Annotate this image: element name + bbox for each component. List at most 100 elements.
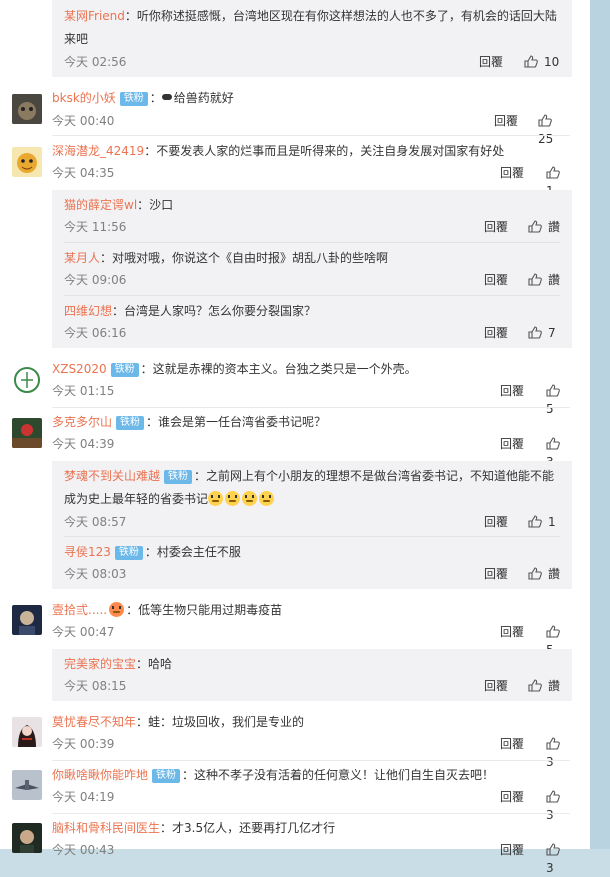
colon: ： [182, 768, 195, 782]
avatar[interactable] [12, 605, 42, 635]
comment-text: 某网Friend：听你称述挺感慨，台湾地区现在有你这样想法的人也不多了，有机会的… [64, 5, 557, 27]
thumbs-up-icon [524, 55, 538, 68]
avatar[interactable] [12, 770, 42, 800]
reply-button[interactable]: 回覆 [484, 677, 508, 695]
reply-button[interactable]: 回覆 [500, 382, 524, 400]
like-button[interactable]: 讚 [528, 677, 560, 695]
comment-meta: 今天 02:56 回覆 10 [64, 53, 560, 71]
like-count: 讚 [548, 679, 561, 693]
colon: ： [194, 469, 207, 483]
comment-body: 之前网上有个小朋友的理想不是做台湾省委书记，不知道他能不能 [206, 469, 555, 483]
comment-meta: 今天 04:19 回覆 3 [52, 788, 570, 822]
thumbs-up-icon [546, 166, 560, 179]
like-count: 1 [548, 515, 556, 529]
reply-button[interactable]: 回覆 [494, 112, 518, 130]
comment-text: 四维幻想：台湾是人家吗？怎么你要分裂国家？ [64, 300, 316, 322]
like-button[interactable]: 1 [528, 513, 556, 531]
reply-button[interactable]: 回覆 [500, 735, 524, 753]
username-link[interactable]: 多克多尔山 [52, 415, 112, 429]
avatar[interactable] [12, 94, 42, 124]
like-count: 3 [546, 861, 554, 875]
comment-text: bksk的小妖 铁粉： 给兽药就好 [52, 87, 570, 109]
fan-badge: 铁粉 [110, 363, 139, 377]
reply-group: 某网Friend：听你称述挺感慨，台湾地区现在有你这样想法的人也不多了，有机会的… [52, 0, 572, 77]
reply-button[interactable]: 回覆 [500, 435, 524, 453]
timestamp: 今天 04:39 [52, 437, 115, 451]
username-link[interactable]: 某网Friend [64, 9, 125, 23]
colon: ： [149, 91, 162, 105]
timestamp: 今天 04:35 [52, 166, 115, 180]
username-link[interactable]: 壹拾弎..... [52, 603, 107, 617]
timestamp: 今天 00:47 [52, 625, 115, 639]
avatar[interactable] [12, 365, 42, 395]
avatar-image [12, 94, 42, 124]
comment-meta: 今天 00:39 回覆 3 [52, 735, 570, 769]
timestamp: 今天 08:15 [64, 679, 127, 693]
comment-item: 深海潜龙_42419：不要发表人家的烂事而且是听得来的，关注自身发展对国家有好处… [0, 137, 590, 198]
username-link[interactable]: bksk的小妖 [52, 91, 116, 105]
comment-text: XZS2020 铁粉 ：这就是赤裸的资本主义。台独之类只是一个外壳。 [52, 358, 570, 380]
comment-text: 寻侯123 铁粉 ：村委会主任不服 [64, 541, 241, 563]
avatar-image [12, 770, 42, 800]
thumbs-up-icon [546, 625, 560, 638]
reply-group: 猫的薛定谔wl：沙口 今天 11:56 回覆 讚 某月人：对哦对哦，你说这个《自… [52, 190, 572, 348]
reply-button[interactable]: 回覆 [500, 623, 524, 641]
like-button[interactable]: 讚 [528, 565, 560, 583]
comment-meta: 今天 00:43 回覆 3 [52, 841, 570, 875]
reply-button[interactable]: 回覆 [479, 53, 503, 71]
comment-body-cont: 成为史上最年轻的省委书记 [64, 492, 209, 506]
like-button[interactable]: 讚 [528, 271, 560, 289]
colon: ： [136, 715, 149, 729]
comment-item: 莫忧春尽不知年：蛙：垃圾回收，我们是专业的 今天 00:39 回覆 3 [0, 707, 590, 769]
comment-meta: 今天 04:35 回覆 1 [52, 164, 570, 198]
reply-button[interactable]: 回覆 [484, 513, 508, 531]
reply-button[interactable]: 回覆 [500, 164, 524, 182]
comment-meta: 今天 04:39 回覆 3 [52, 435, 570, 469]
thumbs-up-icon [528, 515, 542, 528]
reply-button[interactable]: 回覆 [484, 218, 508, 236]
thumbs-up-icon [546, 437, 560, 450]
scroll-rail[interactable] [590, 0, 610, 849]
fan-badge: 铁粉 [114, 546, 143, 560]
divider [64, 242, 560, 243]
reply-button[interactable]: 回覆 [500, 788, 524, 806]
avatar[interactable] [12, 418, 42, 448]
username-link[interactable]: 深海潜龙_42419 [52, 144, 144, 158]
comment-item: 多克多尔山铁粉：谁会是第一任台湾省委书记呢？ 今天 04:39 回覆 3 [0, 408, 590, 469]
avatar[interactable] [12, 147, 42, 177]
comment-meta: 今天 00:47 回覆 5 [52, 623, 570, 657]
like-count: 讚 [548, 273, 561, 287]
like-button[interactable]: 3 [546, 841, 570, 877]
like-button[interactable]: 7 [528, 324, 556, 342]
like-button[interactable]: 10 [524, 53, 559, 71]
thumbs-up-icon [538, 114, 552, 127]
username-link[interactable]: XZS2020 [52, 362, 107, 376]
reply-button[interactable]: 回覆 [484, 271, 508, 289]
thumbs-up-icon [528, 220, 542, 233]
username-link[interactable]: 四维幻想 [64, 304, 112, 318]
username-link[interactable]: 梦魂不到关山难越 [64, 469, 160, 483]
colon: ： [137, 198, 150, 212]
username-link[interactable]: 寻侯123 [64, 545, 111, 559]
username-link[interactable]: 某月人 [64, 251, 100, 265]
timestamp: 今天 02:56 [64, 55, 127, 69]
avatar-image [12, 418, 42, 448]
like-button[interactable]: 讚 [528, 218, 560, 236]
avatar[interactable] [12, 717, 42, 747]
comment-meta: 今天 01:15 回覆 5 [52, 382, 570, 416]
reply-button[interactable]: 回覆 [500, 841, 524, 859]
username-link[interactable]: 你瞅啥瞅你能咋地 [52, 768, 148, 782]
username-link[interactable]: 莫忧春尽不知年 [52, 715, 136, 729]
thumbs-up-icon [546, 384, 560, 397]
thumbs-up-icon [546, 790, 560, 803]
comment-meta: 今天 08:57 回覆 1 [64, 513, 560, 531]
reply-button[interactable]: 回覆 [484, 324, 508, 342]
username-link[interactable]: 脑科和骨科民间医生 [52, 821, 160, 835]
comment-body: 给兽药就好 [173, 91, 234, 105]
divider [52, 135, 570, 136]
username-link[interactable]: 完美家的宝宝 [64, 657, 136, 671]
colon: ： [124, 9, 137, 23]
reply-button[interactable]: 回覆 [484, 565, 508, 583]
comment-body: 村委会主任不服 [156, 545, 241, 559]
username-link[interactable]: 猫的薛定谔wl [64, 198, 137, 212]
